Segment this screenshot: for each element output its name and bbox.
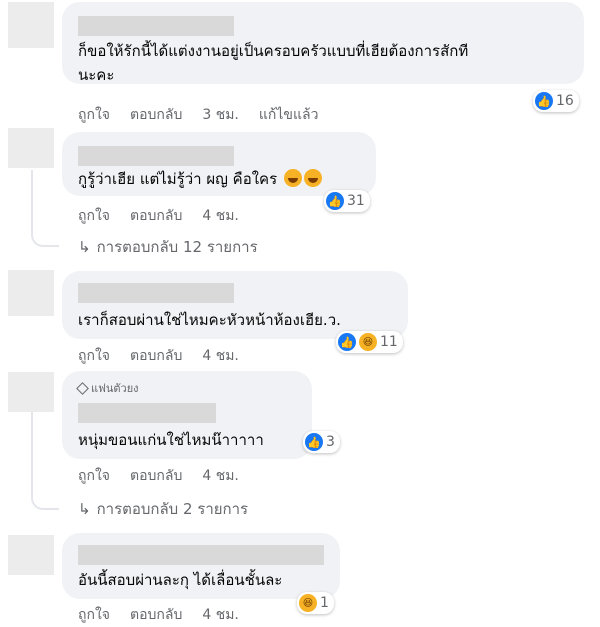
comment-actions: ถูกใจ ตอบกลับ 4 ชม. [78, 345, 239, 367]
timestamp[interactable]: 4 ชม. [202, 205, 239, 227]
reaction-count: 11 [380, 334, 398, 350]
like-icon: 👍 [535, 92, 553, 110]
reaction-summary[interactable]: 👍 😆 11 [336, 331, 403, 353]
commenter-avatar[interactable] [8, 372, 54, 412]
reaction-summary[interactable]: 👍 3 [303, 431, 340, 453]
commenter-avatar[interactable] [8, 2, 54, 48]
reaction-count: 1 [320, 595, 329, 611]
commenter-avatar[interactable] [8, 270, 54, 316]
reaction-summary[interactable]: 👍 31 [324, 190, 370, 212]
view-replies-link[interactable]: ↳ การตอบกลับ 12 รายการ [78, 235, 258, 259]
haha-icon: 😆 [299, 594, 317, 612]
haha-icon: 😆 [359, 333, 377, 351]
commenter-name-redacted[interactable] [78, 16, 234, 36]
top-fan-badge[interactable]: แฟนตัวยง [76, 379, 139, 397]
edited-label: แก้ไขแล้ว [258, 107, 319, 123]
like-icon: 👍 [326, 192, 344, 210]
commenter-avatar[interactable] [8, 535, 54, 575]
reply-button[interactable]: ตอบกลับ [130, 205, 182, 227]
comment-bubble: อันนี้สอบผ่านละกุ ได้เลื่อนชั้นละ [62, 533, 340, 599]
like-button[interactable]: ถูกใจ [78, 345, 110, 367]
thread-connector [31, 496, 59, 510]
reply-arrow-icon: ↳ [78, 500, 91, 518]
thread-line [31, 170, 33, 233]
comment-text: กูรู้ว่าเฮีย แต่ไม่รู้ว่า ผญ คือใคร [78, 166, 322, 193]
comment-bubble: กูรู้ว่าเฮีย แต่ไม่รู้ว่า ผญ คือใคร [62, 132, 376, 196]
reaction-summary[interactable]: 👍 16 [533, 90, 579, 112]
diamond-icon [76, 381, 89, 395]
timestamp[interactable]: 3 ชม. [202, 104, 239, 126]
comment-actions: ถูกใจ ตอบกลับ 4 ชม. [78, 604, 239, 626]
comment-actions: ถูกใจ ตอบกลับ 4 ชม. [78, 205, 239, 227]
comment-bubble: แฟนตัวยง หนุ่มขอนแก่นใช่ไหมน๊าาาาา [62, 371, 312, 459]
comment-text: เราก็สอบผ่านใช่ไหมคะหัวหน้าห้องเฮีย.ว. [78, 311, 341, 329]
reply-button[interactable]: ตอบกลับ [130, 604, 182, 626]
laughing-emoji [303, 169, 322, 187]
laughing-emoji [283, 169, 302, 187]
reply-arrow-icon: ↳ [78, 238, 91, 256]
timestamp[interactable]: 4 ชม. [202, 465, 239, 487]
like-button[interactable]: ถูกใจ [78, 465, 110, 487]
reaction-count: 16 [556, 93, 574, 109]
commenter-avatar[interactable] [8, 128, 54, 168]
reaction-count: 3 [326, 434, 335, 450]
like-button[interactable]: ถูกใจ [78, 205, 110, 227]
timestamp[interactable]: 4 ชม. [202, 345, 239, 367]
comment-bubble: เราก็สอบผ่านใช่ไหมคะหัวหน้าห้องเฮีย.ว. [62, 271, 408, 339]
commenter-name-redacted[interactable] [78, 283, 234, 303]
reaction-count: 31 [347, 193, 365, 209]
reply-button[interactable]: ตอบกลับ [130, 465, 182, 487]
comment-text: อันนี้สอบผ่านละกุ ได้เลื่อนชั้นละ [78, 571, 283, 589]
like-button[interactable]: ถูกใจ [78, 104, 110, 126]
like-button[interactable]: ถูกใจ [78, 604, 110, 626]
commenter-name-redacted[interactable] [78, 403, 216, 423]
comment-actions: ถูกใจ ตอบกลับ 4 ชม. [78, 465, 239, 487]
comment-bubble: ก็ขอให้รักนี้ได้แต่งงานอยู่เป็นครอบครัวแ… [62, 2, 584, 84]
commenter-name-redacted[interactable] [78, 545, 324, 565]
reply-button[interactable]: ตอบกลับ [130, 104, 182, 126]
comment-text: หนุ่มขอนแก่นใช่ไหมน๊าาาาา [78, 431, 264, 449]
view-replies-link[interactable]: ↳ การตอบกลับ 2 รายการ [78, 497, 248, 521]
comment-actions: ถูกใจ ตอบกลับ 3 ชม. แก้ไขแล้ว [78, 104, 318, 126]
commenter-name-redacted[interactable] [78, 146, 234, 166]
timestamp[interactable]: 4 ชม. [202, 604, 239, 626]
thread-line [31, 412, 33, 496]
reaction-summary[interactable]: 😆 1 [297, 592, 334, 614]
comment-text-line-1: ก็ขอให้รักนี้ได้แต่งงานอยู่เป็นครอบครัวแ… [78, 42, 469, 60]
comment-text-line-2: นะคะ [78, 66, 115, 84]
like-icon: 👍 [305, 433, 323, 451]
like-icon: 👍 [338, 333, 356, 351]
thread-connector [31, 233, 59, 247]
reply-button[interactable]: ตอบกลับ [130, 345, 182, 367]
